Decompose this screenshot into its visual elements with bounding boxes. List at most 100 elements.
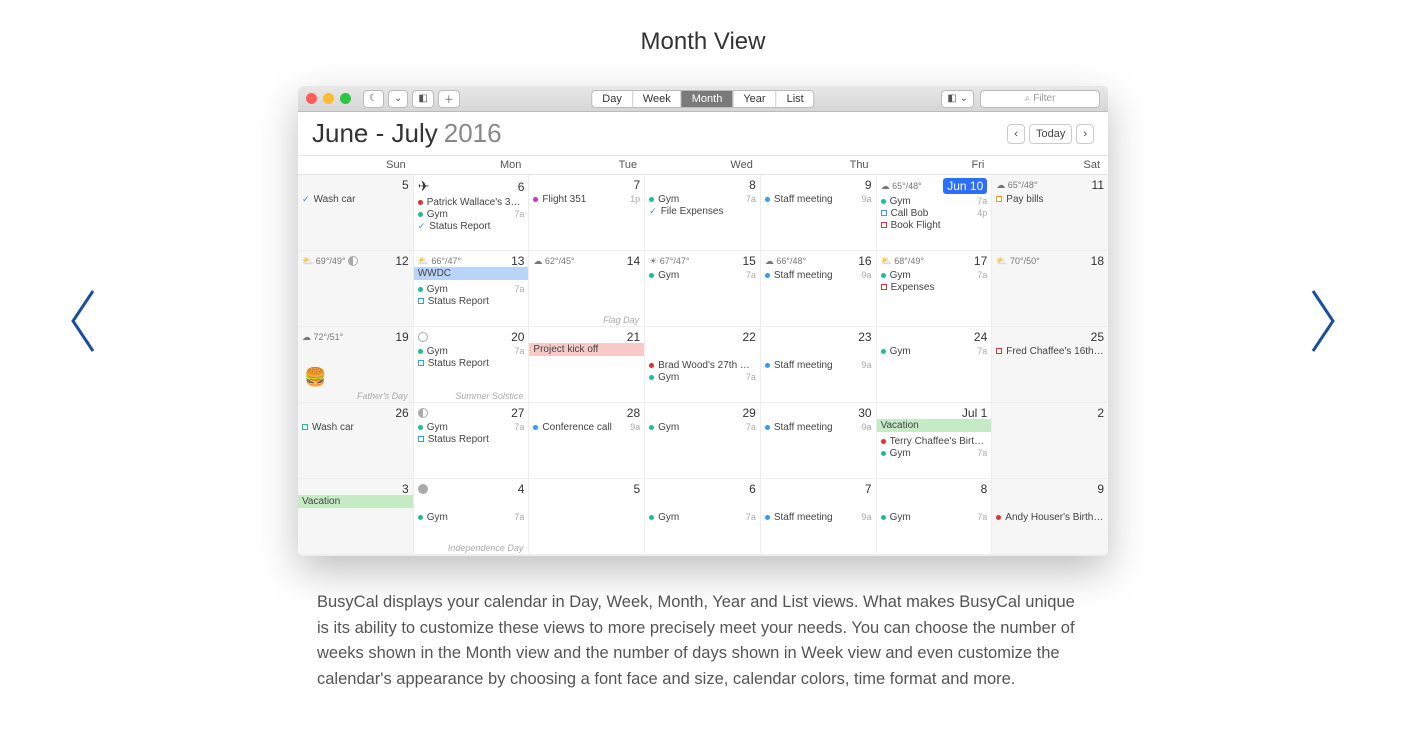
calendar-grid[interactable]: 5✓Wash car✈6Patrick Wallace's 39th Birth… [298, 175, 1108, 556]
day-cell[interactable]: 25Fred Chaffee's 16th Anniversary [992, 327, 1108, 403]
event[interactable]: Staff meeting9a [765, 269, 872, 281]
zoom-icon[interactable] [340, 93, 351, 104]
event[interactable]: Book Flight [881, 219, 988, 231]
event[interactable]: Conference call9a [533, 421, 640, 433]
event[interactable]: Brad Wood's 27th Birthday [649, 359, 756, 371]
event[interactable]: Gym7a [418, 511, 525, 523]
todo-checkbox-icon[interactable] [881, 284, 887, 290]
day-cell[interactable]: 5 [529, 479, 645, 555]
search-input[interactable]: ⌕ Filter [980, 90, 1100, 108]
next-month-button[interactable]: › [1076, 124, 1094, 144]
event[interactable]: Wash car [302, 421, 409, 433]
day-cell[interactable]: ⛅ 68°/49°17Gym7aExpenses [877, 251, 993, 327]
event[interactable]: Status Report [418, 433, 525, 445]
event[interactable]: Staff meeting9a [765, 421, 872, 433]
event[interactable]: Call Bob4p [881, 207, 988, 219]
event[interactable]: Gym7a [418, 421, 525, 433]
event[interactable]: ✓Status Report [418, 220, 525, 232]
day-cell[interactable]: 8Gym7a [877, 479, 993, 555]
panel-toggle-button[interactable]: ◧ ⌄ [941, 90, 974, 108]
day-cell[interactable]: 22Brad Wood's 27th BirthdayGym7a [645, 327, 761, 403]
event[interactable]: Pay bills [996, 193, 1104, 205]
day-cell[interactable]: 23Staff meeting9a [761, 327, 877, 403]
event[interactable]: Gym7a [418, 345, 525, 357]
event[interactable]: Expenses [881, 281, 988, 293]
day-cell[interactable]: 6Gym7a [645, 479, 761, 555]
event-banner[interactable]: Vacation [877, 419, 993, 432]
event[interactable]: Status Report [418, 295, 525, 307]
day-cell[interactable]: 26Wash car [298, 403, 414, 479]
day-cell[interactable]: ⛅ 70°/50°18 [992, 251, 1108, 327]
view-tab-year[interactable]: Year [733, 91, 776, 107]
day-cell[interactable]: 7Flight 3511p [529, 175, 645, 251]
todo-checkbox-icon[interactable] [996, 196, 1002, 202]
day-cell[interactable]: 30Staff meeting9a [761, 403, 877, 479]
event[interactable]: ✓Wash car [302, 193, 409, 205]
view-tab-day[interactable]: Day [592, 91, 633, 107]
day-cell[interactable]: Jul 1VacationTerry Chaffee's Birth-dayGy… [877, 403, 993, 479]
event[interactable]: Status Report [418, 357, 525, 369]
event[interactable]: Staff meeting9a [765, 193, 872, 205]
todo-checkbox-icon[interactable] [881, 222, 887, 228]
event-banner[interactable]: Vacation [298, 495, 414, 508]
event[interactable]: Gym7a [418, 283, 525, 295]
sidebar-toggle-button[interactable]: ◧ [412, 90, 433, 108]
day-cell[interactable]: 27Gym7aStatus Report [414, 403, 530, 479]
day-cell[interactable]: 29Gym7a [645, 403, 761, 479]
day-cell[interactable]: 3Vacation [298, 479, 414, 555]
event[interactable]: ✓File Expenses [649, 205, 756, 217]
event[interactable]: Gym7a [649, 421, 756, 433]
event[interactable]: Terry Chaffee's Birth-day [881, 435, 988, 447]
day-cell[interactable]: ✈6Patrick Wallace's 39th BirthdayGym7a✓S… [414, 175, 530, 251]
day-cell[interactable]: ⛅ 69°/49°12 [298, 251, 414, 327]
day-cell[interactable]: ☁ 62°/45°14Flag Day [529, 251, 645, 327]
event[interactable]: Gym7a [649, 193, 756, 205]
view-tab-month[interactable]: Month [682, 91, 734, 107]
event[interactable]: Gym7a [649, 511, 756, 523]
day-cell[interactable]: 20Gym7aStatus ReportSummer Solstice [414, 327, 530, 403]
day-cell[interactable]: 24Gym7a [877, 327, 993, 403]
event[interactable]: Gym7a [881, 447, 988, 459]
event[interactable]: Flight 3511p [533, 193, 640, 205]
day-cell[interactable]: 9Staff meeting9a [761, 175, 877, 251]
event[interactable]: Gym7a [418, 208, 525, 220]
event[interactable]: Gym7a [881, 195, 988, 207]
event[interactable]: Gym7a [881, 345, 988, 357]
event[interactable]: Gym7a [881, 269, 988, 281]
day-cell[interactable]: 7Staff meeting9a [761, 479, 877, 555]
dropdown-button[interactable]: ⌄ [388, 90, 408, 108]
day-cell[interactable]: ☁ 72°/51°19Father's Day🍔 [298, 327, 414, 403]
day-cell[interactable]: 4Gym7aIndependence Day [414, 479, 530, 555]
todo-checkbox-icon[interactable] [418, 436, 424, 442]
day-cell[interactable]: ☁ 65°/48°11Pay bills [992, 175, 1108, 251]
day-cell[interactable]: 5✓Wash car [298, 175, 414, 251]
todo-checkbox-icon[interactable] [881, 210, 887, 216]
day-cell[interactable]: ☀ 67°/47°15Gym7a [645, 251, 761, 327]
day-cell[interactable]: ⛅ 66°/47°13WWDCGym7aStatus Report [414, 251, 530, 327]
day-cell[interactable]: 21Project kick off [529, 327, 645, 403]
today-button[interactable]: Today [1029, 124, 1072, 144]
event[interactable]: Fred Chaffee's 16th Anniversary [996, 345, 1104, 357]
prev-arrow[interactable] [63, 286, 103, 356]
day-cell[interactable]: ☁ 65°/48°Jun 10Gym7aCall Bob4pBook Fligh… [877, 175, 993, 251]
event[interactable]: Patrick Wallace's 39th Birthday [418, 196, 525, 208]
prev-month-button[interactable]: ‹ [1007, 124, 1025, 144]
day-cell[interactable]: 9Andy Houser's Birthday [992, 479, 1108, 555]
day-cell[interactable]: 2 [992, 403, 1108, 479]
view-segmented[interactable]: DayWeekMonthYearList [591, 90, 814, 108]
view-tab-week[interactable]: Week [633, 91, 682, 107]
day-cell[interactable]: ☁ 66°/48°16Staff meeting9a [761, 251, 877, 327]
close-icon[interactable] [306, 93, 317, 104]
event-banner[interactable]: Project kick off [529, 343, 645, 356]
day-cell[interactable]: 28Conference call9a [529, 403, 645, 479]
event[interactable]: Andy Houser's Birthday [996, 511, 1104, 523]
minimize-icon[interactable] [323, 93, 334, 104]
event[interactable]: Staff meeting9a [765, 359, 872, 371]
event[interactable]: Gym7a [881, 511, 988, 523]
day-cell[interactable]: 8Gym7a✓File Expenses [645, 175, 761, 251]
event[interactable]: Staff meeting9a [765, 511, 872, 523]
event[interactable]: Gym7a [649, 371, 756, 383]
event-banner[interactable]: WWDC [414, 267, 530, 280]
todo-checkbox-icon[interactable] [418, 360, 424, 366]
next-arrow[interactable] [1303, 286, 1343, 356]
